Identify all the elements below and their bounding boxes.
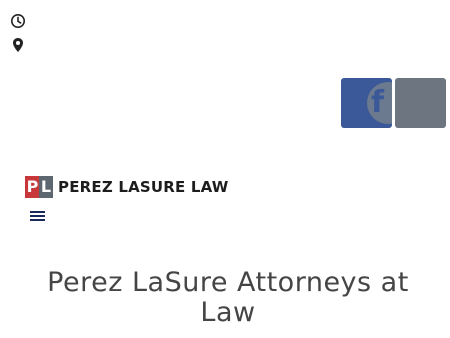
clock-icon [11, 14, 25, 28]
site-logo[interactable]: P L PEREZ LASURE LAW [25, 176, 229, 198]
social-button-secondary[interactable] [395, 78, 446, 128]
facebook-button[interactable]: f [341, 78, 392, 128]
map-pin-icon [13, 38, 23, 52]
logo-text: PEREZ LASURE LAW [58, 178, 229, 196]
logo-mark-p: P [25, 176, 40, 198]
logo-mark: P L [25, 176, 54, 198]
hamburger-menu-icon[interactable] [30, 210, 45, 222]
logo-mark-l: L [39, 176, 53, 198]
facebook-f-glyph: f [371, 85, 385, 120]
page-title: Perez LaSure Attorneys at Law [47, 267, 409, 328]
